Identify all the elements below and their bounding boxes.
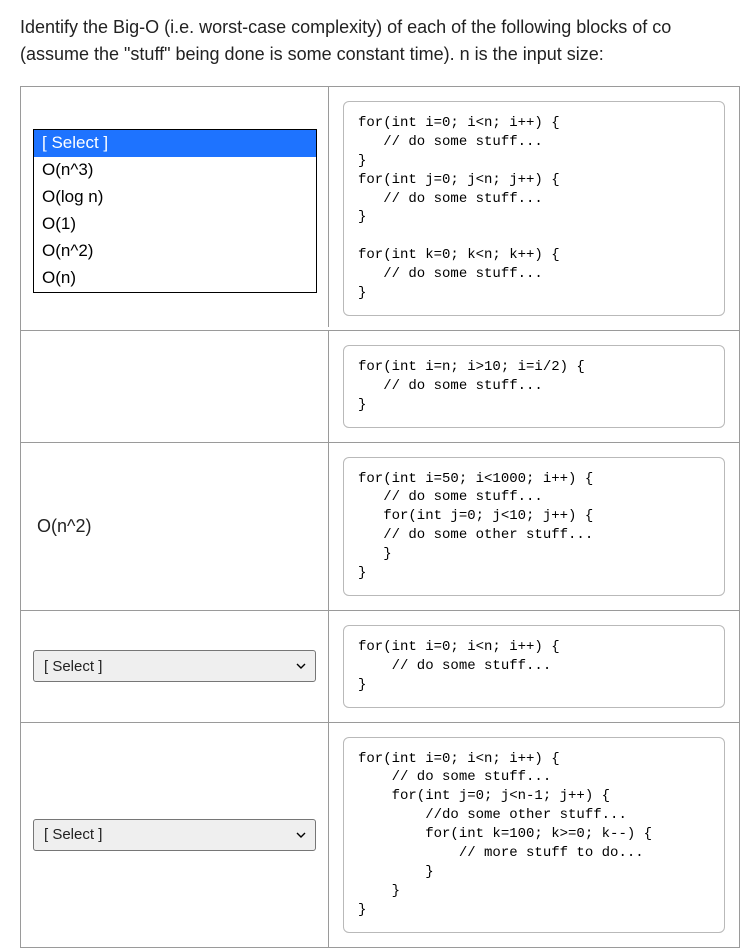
select-5[interactable]: [ Select ] [33,819,316,851]
code-block-3: for(int i=50; i<1000; i++) { // do some … [343,457,725,596]
code-cell-3: for(int i=50; i<1000; i++) { // do some … [329,443,739,610]
select-1-dropdown[interactable]: [ Select ] O(n^3) O(log n) O(1) O(n^2) O… [33,129,317,293]
table-row: for(int i=n; i>10; i=i/2) { // do some s… [21,331,739,443]
prompt-line-1: Identify the Big-O (i.e. worst-case comp… [20,17,671,37]
select-value: [ Select ] [44,826,102,843]
dropdown-option[interactable]: O(n) [34,265,316,292]
answer-cell-5: [ Select ] [21,723,329,947]
code-block-1: for(int i=0; i<n; i++) { // do some stuf… [343,101,725,316]
code-block-4: for(int i=0; i<n; i++) { // do some stuf… [343,625,725,708]
select-4[interactable]: [ Select ] [33,650,316,682]
question-table: [ Select ] [ Select ] O(n^3) O(log n) O(… [20,86,740,948]
code-block-5: for(int i=0; i<n; i++) { // do some stuf… [343,737,725,933]
answer-cell-2 [21,331,329,442]
answer-3-value: O(n^2) [37,516,91,537]
code-block-2: for(int i=n; i>10; i=i/2) { // do some s… [343,345,725,428]
code-cell-5: for(int i=0; i<n; i++) { // do some stuf… [329,723,739,947]
code-cell-1: for(int i=0; i<n; i++) { // do some stuf… [329,87,739,330]
answer-cell-3: O(n^2) [21,443,329,610]
dropdown-option[interactable]: O(n^3) [34,157,316,184]
select-value: [ Select ] [44,658,102,675]
code-cell-4: for(int i=0; i<n; i++) { // do some stuf… [329,611,739,722]
table-row: [ Select ] [ Select ] O(n^3) O(log n) O(… [21,87,739,331]
dropdown-option[interactable]: O(n^2) [34,238,316,265]
dropdown-option[interactable]: O(1) [34,211,316,238]
chevron-down-icon [295,660,307,672]
answer-cell-1: [ Select ] [ Select ] O(n^3) O(log n) O(… [21,87,329,327]
table-row: O(n^2) for(int i=50; i<1000; i++) { // d… [21,443,739,611]
table-row: [ Select ] for(int i=0; i<n; i++) { // d… [21,611,739,723]
dropdown-option[interactable]: O(log n) [34,184,316,211]
answer-cell-4: [ Select ] [21,611,329,722]
code-cell-2: for(int i=n; i>10; i=i/2) { // do some s… [329,331,739,442]
prompt-line-2: (assume the "stuff" being done is some c… [20,41,752,68]
chevron-down-icon [295,829,307,841]
question-prompt: Identify the Big-O (i.e. worst-case comp… [20,14,752,68]
dropdown-option[interactable]: [ Select ] [34,130,316,157]
table-row: [ Select ] for(int i=0; i<n; i++) { // d… [21,723,739,948]
